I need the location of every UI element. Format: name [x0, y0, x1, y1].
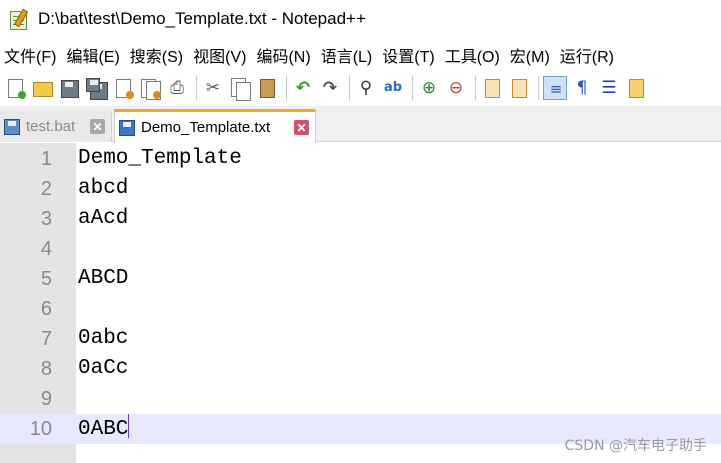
zoom-in-icon[interactable]: ⊕	[417, 76, 441, 100]
menu-language[interactable]: 语言(L)	[317, 43, 379, 67]
tab-label: Demo_Template.txt	[141, 119, 271, 136]
toolbar-separator	[538, 76, 539, 100]
text-caret	[128, 414, 130, 438]
line-number: 6	[40, 298, 52, 320]
menu-tools[interactable]: 工具(O)	[441, 43, 506, 67]
tab-demo-template[interactable]: Demo_Template.txt ✕	[114, 109, 316, 143]
toolbar-separator	[286, 76, 287, 100]
tab-label: test.bat	[26, 118, 76, 135]
line-number: 3	[40, 208, 52, 230]
line-number: 4	[40, 238, 52, 260]
line-text[interactable]: Demo_Template	[78, 144, 242, 174]
menu-macro[interactable]: 宏(M)	[506, 43, 556, 67]
line-text[interactable]: 0aCc	[78, 354, 128, 384]
editor-line: 8 0aCc	[0, 354, 721, 384]
menu-file[interactable]: 文件(F)	[0, 43, 62, 67]
editor-line: 1 Demo_Template	[0, 144, 721, 174]
menu-bar: 文件(F) 编辑(E) 搜索(S) 视图(V) 编码(N) 语言(L) 设置(T…	[0, 40, 721, 70]
line-number: 1	[40, 148, 52, 170]
editor-area[interactable]: 1 Demo_Template 2 abcd 3 aAcd 4 5 ABCD 6…	[0, 143, 721, 463]
line-text: 0ABC	[78, 418, 129, 441]
toolbar-separator	[475, 76, 476, 100]
editor-line: 6	[0, 294, 721, 324]
line-text[interactable]: ABCD	[78, 264, 128, 294]
show-all-chars-icon[interactable]: ¶	[570, 76, 594, 100]
line-text[interactable]: abcd	[78, 174, 128, 204]
menu-encoding[interactable]: 编码(N)	[252, 43, 316, 67]
toolbar: ⎙ ✂ ↶ ↷ ⚲ ab ⊕ ⊖ ≡ ¶ ☰	[0, 71, 721, 105]
editor-line: 2 abcd	[0, 174, 721, 204]
toolbar-separator	[349, 76, 350, 100]
close-all-icon[interactable]	[138, 76, 162, 100]
line-text[interactable]: aAcd	[78, 204, 128, 234]
menu-view[interactable]: 视图(V)	[189, 43, 252, 67]
zoom-out-icon[interactable]: ⊖	[444, 76, 468, 100]
undo-icon[interactable]: ↶	[291, 76, 315, 100]
line-number: 5	[40, 268, 52, 290]
sync-horizontal-icon[interactable]	[507, 76, 531, 100]
tab-test-bat[interactable]: test.bat ✕	[0, 111, 112, 142]
save-all-icon[interactable]	[84, 76, 108, 100]
line-text[interactable]: 0abc	[78, 324, 128, 354]
tab-bar: test.bat ✕ Demo_Template.txt ✕	[0, 106, 721, 143]
print-icon[interactable]: ⎙	[165, 76, 189, 100]
notepadpp-app-icon	[8, 8, 30, 30]
replace-icon[interactable]: ab	[381, 76, 405, 100]
line-number: 8	[40, 358, 52, 380]
editor-line: 9	[0, 384, 721, 414]
line-number: 10	[29, 418, 52, 440]
redo-icon[interactable]: ↷	[318, 76, 342, 100]
window-title: D:\bat\test\Demo_Template.txt - Notepad+…	[38, 9, 366, 28]
line-number: 2	[40, 178, 52, 200]
doc-map-icon[interactable]	[624, 76, 648, 100]
toolbar-separator	[196, 76, 197, 100]
close-icon[interactable]	[111, 76, 135, 100]
save-state-icon	[4, 118, 20, 135]
editor-line: 7 0abc	[0, 324, 721, 354]
copy-icon[interactable]	[228, 76, 252, 101]
line-number: 9	[40, 388, 52, 410]
close-icon[interactable]: ✕	[294, 120, 309, 135]
new-file-icon[interactable]	[3, 76, 27, 100]
find-icon[interactable]: ⚲	[354, 76, 378, 100]
save-state-icon	[119, 119, 135, 136]
menu-run[interactable]: 运行(R)	[556, 43, 620, 67]
editor-line: 4	[0, 234, 721, 264]
open-file-icon[interactable]	[30, 76, 54, 100]
menu-search[interactable]: 搜索(S)	[126, 43, 189, 67]
line-number: 7	[40, 328, 52, 350]
editor-line: 3 aAcd	[0, 204, 721, 234]
line-text-current[interactable]: 0ABC	[78, 414, 130, 444]
editor-line: 5 ABCD	[0, 264, 721, 294]
toolbar-separator	[412, 76, 413, 100]
indent-guide-icon[interactable]: ☰	[597, 76, 621, 100]
cut-icon[interactable]: ✂	[201, 76, 225, 100]
menu-settings[interactable]: 设置(T)	[378, 43, 440, 67]
word-wrap-icon[interactable]: ≡	[543, 76, 567, 100]
menu-edit[interactable]: 编辑(E)	[62, 43, 125, 67]
sync-vertical-icon[interactable]	[480, 76, 504, 100]
title-bar: D:\bat\test\Demo_Template.txt - Notepad+…	[0, 0, 721, 38]
save-icon[interactable]	[57, 76, 81, 100]
watermark: CSDN @汽车电子助手	[564, 438, 707, 454]
close-icon[interactable]: ✕	[90, 119, 105, 134]
paste-icon[interactable]	[255, 76, 279, 100]
